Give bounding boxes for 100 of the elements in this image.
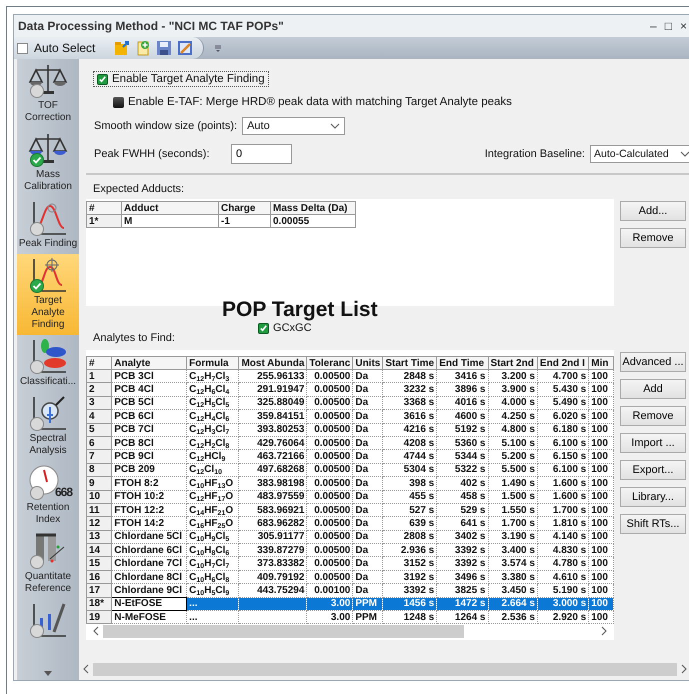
table-cell: 100 [588,584,614,598]
analyte-button[interactable]: Advanced ... [620,352,686,372]
table-cell: 458 s [436,490,488,504]
enable-etaf-checkbox[interactable]: Enable E-TAF: Merge HRD® peak data with matching Target Analyte peaks [113,96,689,108]
table-cell: Da [352,584,383,598]
column-header: Analyte [112,356,187,370]
table-cell: 4.610 s [537,570,589,584]
sidebar-item[interactable]: Target Analyte Finding [17,254,79,335]
table-cell: 2.936 s [382,544,437,557]
table-cell: 100 [588,610,614,624]
window-control[interactable]: × [676,19,689,33]
enable-taf-checkbox[interactable]: Enable Target Analyte Finding [93,71,269,87]
table-cell: Da [352,476,383,490]
table-cell: 373.83382 [238,556,307,570]
sidebar-item[interactable]: Classificati... [17,335,79,392]
sidebar-item[interactable]: Quantitate Reference [17,530,79,599]
table-cell: PCB 3Cl [112,370,187,383]
adduct-button[interactable]: Add... [620,201,686,221]
table-cell: C$_{12}$H$_{6}$Cl$_{4}$ [186,382,239,396]
table-cell: C$_{12}$H$_{4}$Cl$_{6}$ [186,410,239,424]
edit-icon[interactable] [177,40,194,56]
table-cell: 0.00500 [306,436,353,450]
scroll-down-icon[interactable] [44,671,52,676]
gcxgc-checkbox[interactable]: GCxGC [258,322,312,334]
table-cell: 100 [588,530,614,544]
table-cell: 639 s [382,516,437,530]
window-control[interactable]: – [647,19,660,33]
sidebar-item[interactable]: Peak Finding [17,197,79,254]
table-cell: 100 [588,423,614,436]
table-cell: 0.00100 [306,584,353,598]
table-cell: 255.96133 [238,370,307,383]
peak-fwhh-field[interactable]: 0 [231,144,292,164]
sidebar-item[interactable]: Spectral Analysis [17,392,79,461]
window-control[interactable]: □ [662,19,675,33]
table-cell: Da [352,396,383,410]
customize-icon[interactable] [214,43,222,53]
table-cell: -1 [218,214,270,228]
field-label: Smooth window size (points): [94,120,238,132]
analyte-button[interactable]: Import ... [620,433,686,453]
table-cell: 100 [588,544,614,557]
table-cell: 583.96921 [238,503,307,517]
sidebar-item[interactable]: Mass Calibration [17,128,79,197]
table-cell: 6.020 s [537,410,589,424]
table-cell: 5 [86,423,112,436]
table-cell: 3.400 s [488,544,538,557]
integration-baseline-dropdown[interactable]: Auto-Calculated [590,145,689,163]
table-cell: 16 [86,570,112,584]
table-cell: FTOH 12:2 [112,503,187,517]
table-cell: C$_{12}$H$_{2}$Cl$_{8}$ [186,436,239,450]
table-cell: 4 [86,410,112,424]
table-cell: 4600 s [436,410,488,424]
field-label: Peak FWHH (seconds): [94,148,211,160]
table-cell: PCB 5Cl [112,396,187,410]
add-document-icon[interactable] [135,40,152,56]
table-cell: Da [352,370,383,383]
table-cell: PCB 8Cl [112,436,187,450]
analyte-button[interactable]: Shift RTs... [620,514,686,534]
analyte-button[interactable]: Add [620,379,686,399]
column-header: Min [588,356,614,370]
table-cell: 13 [86,530,112,544]
table-cell: 1.490 s [488,476,538,490]
adduct-button[interactable]: Remove [620,228,686,248]
table-cell: N-MeFOSE [112,610,187,624]
table-cell: 1.700 s [488,516,538,530]
smooth-window-dropdown[interactable]: Auto [242,117,346,135]
analyte-button[interactable]: Remove [620,406,686,426]
table-cell: Da [352,503,383,517]
table-cell: 0.00500 [306,490,353,504]
folder-icon[interactable] [114,40,130,56]
table-cell: 4216 s [382,423,437,436]
analyte-button[interactable]: Export... [620,460,686,480]
table-cell: 2848 s [382,370,437,383]
table-cell: C$_{16}$HF$_{25}$O [186,516,239,530]
scrollbar-thumb[interactable] [93,662,677,676]
table-cell: 0.00500 [306,370,353,383]
column-header: Charge [218,202,270,214]
table-cell: C$_{12}$H$_{5}$Cl$_{5}$ [186,396,239,410]
chevron-down-icon [680,151,689,157]
table-cell: 291.91947 [238,382,307,396]
scrollbar-thumb[interactable] [103,624,464,638]
analyte-button[interactable]: Library... [620,487,686,507]
table-cell: 100 [588,503,614,517]
table-cell: 100 [588,556,614,570]
table-cell: 3.000 s [537,597,589,611]
table-cell: C$_{10}$HF$_{13}$O [186,476,239,490]
sidebar-item[interactable]: TOF Correction [17,59,79,128]
table-cell: 483.97559 [238,490,307,504]
table-cell: 0.00500 [306,463,353,477]
table-cell: 10 [86,490,112,504]
table-cell: 11 [86,503,112,517]
table-cell: 3.380 s [488,570,538,584]
table-cell: 1264 s [436,610,488,624]
column-header: Toleranc [306,356,353,370]
table-cell: 1248 s [382,610,437,624]
table-cell: 641 s [436,516,488,530]
table-cell: 1* [86,214,122,228]
table-cell: 5344 s [436,450,488,464]
sidebar-item[interactable]: 668 Retention Index [17,461,79,530]
save-icon[interactable] [156,40,172,56]
table-cell: 359.84151 [238,410,307,424]
